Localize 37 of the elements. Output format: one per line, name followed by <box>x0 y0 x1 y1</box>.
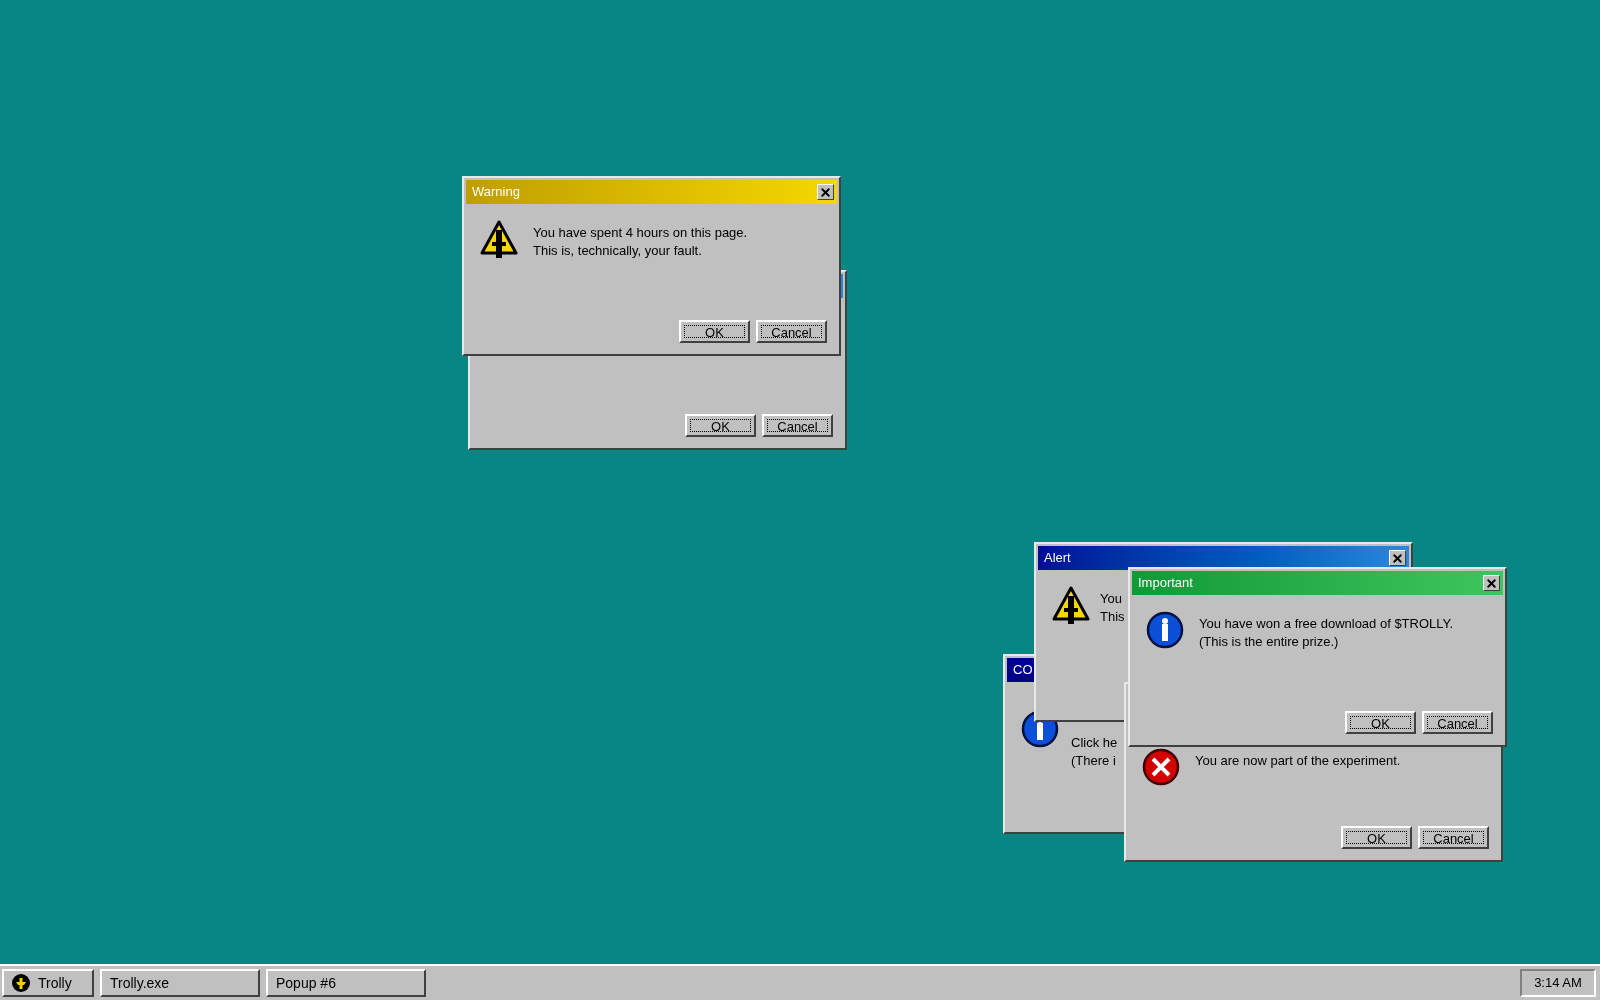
close-button[interactable] <box>817 184 834 200</box>
info-icon <box>1146 611 1184 649</box>
dialog-button[interactable]: OK <box>679 320 750 343</box>
message-text: (This is the entire prize.) <box>1199 633 1340 651</box>
message-text: Click he <box>1071 734 1118 752</box>
warning-icon <box>1052 586 1090 624</box>
warning-icon <box>480 220 518 258</box>
message-text: (There i <box>1071 752 1117 770</box>
dialog-button[interactable]: OK <box>1341 826 1412 849</box>
info-icon <box>1021 710 1059 748</box>
logo-icon <box>12 974 30 992</box>
dialog-button[interactable]: Cancel <box>1418 826 1489 849</box>
dialog-button[interactable]: Cancel <box>762 414 833 437</box>
window-title: Alert <box>1044 549 1071 568</box>
error-icon <box>1142 748 1180 786</box>
message-text: You are now part of the experiment. <box>1195 752 1401 770</box>
message-text: This <box>1100 608 1125 626</box>
close-button[interactable] <box>1483 575 1500 591</box>
message-text: This is, technically, your fault. <box>533 242 703 260</box>
window-title: CO <box>1013 661 1033 680</box>
taskbar-button[interactable]: Popup #6 <box>266 969 426 997</box>
close-icon <box>1391 551 1404 565</box>
dialog-button[interactable]: OK <box>685 414 756 437</box>
window-title: Important <box>1138 574 1193 593</box>
close-button[interactable] <box>1389 550 1406 566</box>
message-text: You <box>1100 590 1123 608</box>
close-icon <box>819 185 832 199</box>
start-button[interactable]: Trolly <box>2 969 94 997</box>
message-text: You have won a free download of $TROLLY. <box>1199 615 1454 633</box>
dialog-button[interactable]: OK <box>1345 711 1416 734</box>
dialog-button[interactable]: Cancel <box>1422 711 1493 734</box>
dialog-button[interactable]: Cancel <box>756 320 827 343</box>
message-text: You have spent 4 hours on this page. <box>533 224 748 242</box>
close-icon <box>1485 576 1498 590</box>
window-title: Warning <box>472 183 520 202</box>
clock: 3:14 AM <box>1520 969 1596 997</box>
taskbar-button[interactable]: Trolly.exe <box>100 969 260 997</box>
